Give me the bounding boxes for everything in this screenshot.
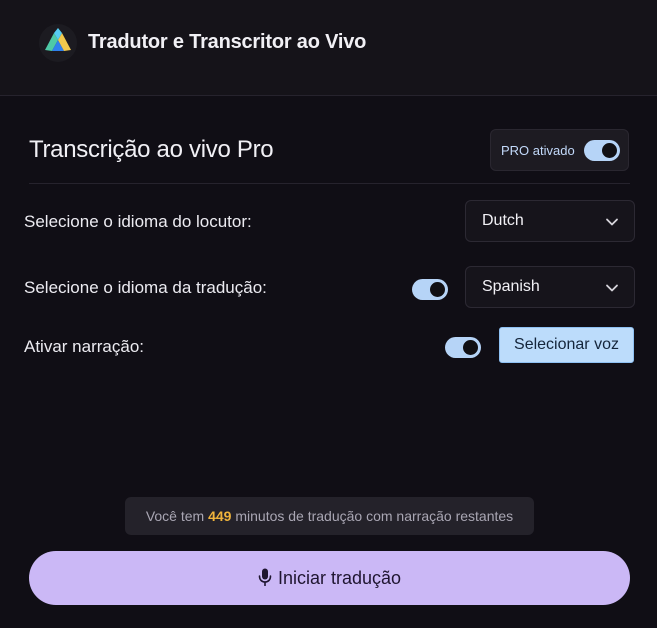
chevron-down-icon bbox=[606, 284, 618, 292]
minutes-remaining-info: Você tem 449 minutos de tradução com nar… bbox=[125, 497, 534, 535]
app-header: Tradutor e Transcritor ao Vivo bbox=[0, 0, 657, 96]
section-divider bbox=[29, 183, 630, 184]
translation-language-value: Spanish bbox=[482, 278, 540, 295]
toggle-knob bbox=[602, 143, 617, 158]
toggle-knob bbox=[430, 282, 445, 297]
start-translation-button[interactable]: Iniciar tradução bbox=[29, 551, 630, 605]
mountain-logo-icon bbox=[39, 24, 77, 62]
speaker-language-value: Dutch bbox=[482, 212, 524, 229]
speaker-language-select[interactable]: Dutch bbox=[465, 200, 635, 242]
chevron-down-icon bbox=[606, 218, 618, 226]
translation-language-select[interactable]: Spanish bbox=[465, 266, 635, 308]
pro-status-label: PRO ativado bbox=[501, 143, 575, 158]
start-translation-label: Iniciar tradução bbox=[277, 568, 402, 588]
translation-toggle[interactable] bbox=[412, 279, 448, 300]
minutes-suffix: minutos de tradução com narração restant… bbox=[235, 508, 514, 524]
microphone-icon bbox=[258, 568, 272, 587]
select-voice-button[interactable]: Selecionar voz bbox=[499, 327, 634, 363]
app-window: Tradutor e Transcritor ao Vivo Transcriç… bbox=[0, 0, 657, 628]
narration-toggle[interactable] bbox=[445, 337, 481, 358]
toggle-knob bbox=[463, 340, 478, 355]
speaker-language-label: Selecione o idioma do locutor: bbox=[24, 212, 252, 231]
app-title: Tradutor e Transcritor ao Vivo bbox=[88, 31, 367, 53]
section-title: Transcrição ao vivo Pro bbox=[29, 136, 274, 163]
pro-status-box: PRO ativado bbox=[490, 129, 629, 171]
pro-toggle[interactable] bbox=[584, 140, 620, 161]
narration-label: Ativar narração: bbox=[24, 337, 144, 356]
minutes-count: 449 bbox=[208, 508, 232, 524]
minutes-prefix: Você tem bbox=[145, 508, 205, 524]
translation-language-label: Selecione o idioma da tradução: bbox=[24, 278, 267, 297]
